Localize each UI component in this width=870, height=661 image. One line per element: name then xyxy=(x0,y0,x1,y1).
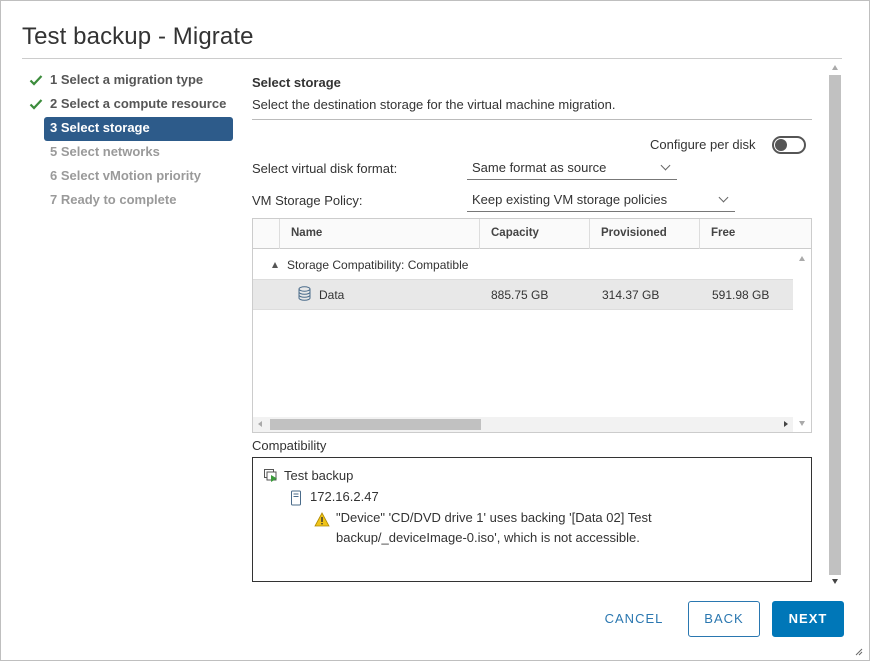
compatibility-title: Compatibility xyxy=(252,438,327,453)
group-row-compatible[interactable]: Storage Compatibility: Compatible xyxy=(253,250,793,280)
step-label: 1 Select a migration type xyxy=(50,72,204,87)
wizard-steps: 1 Select a migration type 2 Select a com… xyxy=(23,69,235,213)
compatibility-panel: Test backup 172.16.2.47 "Device" 'CD/DVD… xyxy=(252,457,812,582)
column-header-capacity[interactable]: Capacity xyxy=(479,219,589,249)
warning-text-line1: "Device" 'CD/DVD drive 1' uses backing '… xyxy=(336,510,652,525)
step-label: 2 Select a compute resource xyxy=(50,96,227,111)
disk-format-label: Select virtual disk format: xyxy=(252,161,398,176)
step-ready-to-complete: 7 Ready to complete xyxy=(50,192,177,207)
datastore-provisioned: 314.37 GB xyxy=(602,288,660,302)
datastore-free: 591.98 GB xyxy=(712,288,770,302)
scroll-left-icon[interactable] xyxy=(258,421,262,427)
scroll-up-icon[interactable] xyxy=(799,256,805,261)
configure-per-disk-label: Configure per disk xyxy=(650,137,756,152)
back-button[interactable]: BACK xyxy=(688,601,760,637)
datastore-grid: Name Capacity Provisioned Free Storage C… xyxy=(252,218,812,433)
scrollbar-thumb[interactable] xyxy=(829,75,841,575)
step-migration-type[interactable]: 1 Select a migration type xyxy=(23,69,235,93)
scroll-right-icon[interactable] xyxy=(784,421,788,427)
group-label: Storage Compatibility: Compatible xyxy=(287,258,469,272)
step-select-storage[interactable]: 3 Select storage xyxy=(44,117,233,141)
checkmark-icon xyxy=(29,75,43,86)
title-divider xyxy=(22,58,842,59)
dialog-title: Test backup - Migrate xyxy=(22,23,254,50)
disk-format-value: Same format as source xyxy=(472,160,607,175)
scroll-down-icon[interactable] xyxy=(799,421,805,426)
section-description: Select the destination storage for the v… xyxy=(252,97,616,112)
next-button[interactable]: NEXT xyxy=(772,601,844,637)
collapse-triangle-icon[interactable] xyxy=(272,262,278,268)
chevron-down-icon xyxy=(718,192,729,203)
step-vmotion-priority: 6 Select vMotion priority xyxy=(50,168,201,183)
vm-icon xyxy=(264,469,277,482)
scroll-up-icon[interactable] xyxy=(832,65,838,70)
warning-text-line2: backup/_deviceImage-0.iso', which is not… xyxy=(336,530,640,545)
column-header-name[interactable]: Name xyxy=(279,219,479,249)
host-icon xyxy=(291,490,301,506)
grid-vertical-scrollbar[interactable] xyxy=(794,250,811,432)
host-address: 172.16.2.47 xyxy=(310,489,379,504)
section-title: Select storage xyxy=(252,75,341,90)
datastore-capacity: 885.75 GB xyxy=(491,288,549,302)
cancel-button[interactable]: CANCEL xyxy=(591,601,677,637)
grid-horizontal-scrollbar[interactable] xyxy=(253,417,793,432)
chevron-down-icon xyxy=(660,160,671,171)
step-compute-resource[interactable]: 2 Select a compute resource xyxy=(23,93,235,117)
grid-header: Name Capacity Provisioned Free xyxy=(253,219,811,249)
table-row[interactable]: Data 885.75 GB 314.37 GB 591.98 GB xyxy=(253,280,793,310)
column-header-provisioned[interactable]: Provisioned xyxy=(589,219,699,249)
storage-policy-label: VM Storage Policy: xyxy=(252,193,363,208)
storage-policy-value: Keep existing VM storage policies xyxy=(472,192,668,207)
datastore-icon xyxy=(298,286,311,301)
configure-per-disk-toggle[interactable] xyxy=(772,136,806,154)
disk-format-select[interactable]: Same format as source xyxy=(467,158,677,180)
vm-name: Test backup xyxy=(284,468,354,483)
section-divider xyxy=(252,119,812,120)
storage-policy-select[interactable]: Keep existing VM storage policies xyxy=(467,190,735,212)
step-select-networks: 5 Select networks xyxy=(50,144,160,159)
warning-icon xyxy=(314,512,330,527)
migrate-dialog: Test backup - Migrate 1 Select a migrati… xyxy=(0,0,870,661)
dialog-vertical-scrollbar[interactable] xyxy=(827,61,843,588)
scroll-down-icon[interactable] xyxy=(832,579,838,584)
toggle-knob xyxy=(775,139,787,151)
column-header-free[interactable]: Free xyxy=(699,219,811,249)
checkmark-icon xyxy=(29,99,43,110)
scrollbar-thumb[interactable] xyxy=(270,419,481,430)
resize-grip-icon[interactable] xyxy=(855,648,863,656)
datastore-name: Data xyxy=(319,288,345,302)
